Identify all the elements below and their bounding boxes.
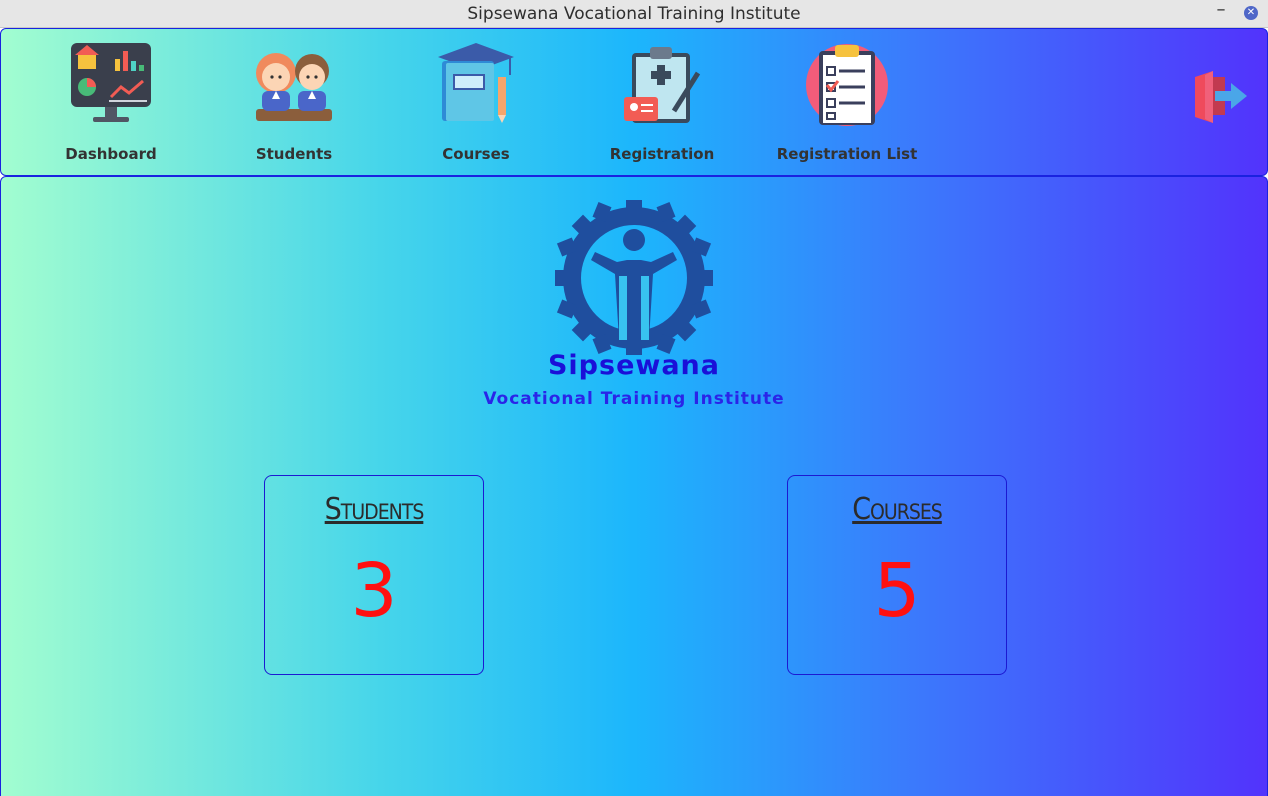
nav-dashboard-label: Dashboard	[65, 145, 157, 163]
courses-card-title: Courses	[852, 492, 943, 527]
courses-icon	[438, 43, 514, 123]
nav-dashboard[interactable]: Dashboard	[26, 39, 196, 163]
brand-subtitle: Vocational Training Institute	[483, 389, 785, 409]
students-icon	[256, 53, 332, 121]
window-title: Sipsewana Vocational Training Institute	[467, 4, 801, 24]
students-count-card: Students 3	[264, 475, 484, 675]
registration-list-icon	[806, 44, 888, 126]
logout-icon[interactable]	[1191, 69, 1249, 123]
nav-registration-label: Registration	[609, 145, 715, 163]
nav-courses-label: Courses	[442, 145, 510, 163]
courses-count-card: Courses 5	[787, 475, 1007, 675]
window-titlebar: Sipsewana Vocational Training Institute …	[0, 0, 1268, 28]
close-button[interactable]: ✕	[1244, 6, 1258, 20]
nav-students-label: Students	[255, 145, 333, 163]
nav-registration-list[interactable]: Registration List	[762, 39, 932, 163]
dashboard-icon	[71, 43, 151, 122]
nav-registration-list-label: Registration List	[776, 145, 918, 163]
navigation-bar: Dashboard Students Courses Registration …	[0, 28, 1268, 176]
minimize-button[interactable]: –	[1214, 1, 1228, 23]
institute-emblem-icon	[555, 200, 713, 355]
nav-students[interactable]: Students	[209, 39, 379, 163]
students-card-title: Students	[324, 492, 425, 527]
courses-count-value: 5	[873, 548, 921, 634]
nav-courses[interactable]: Courses	[391, 39, 561, 163]
nav-registration[interactable]: Registration	[577, 39, 747, 163]
students-count-value: 3	[350, 548, 398, 634]
registration-icon	[624, 47, 701, 123]
brand-name: Sipsewana	[547, 350, 720, 381]
